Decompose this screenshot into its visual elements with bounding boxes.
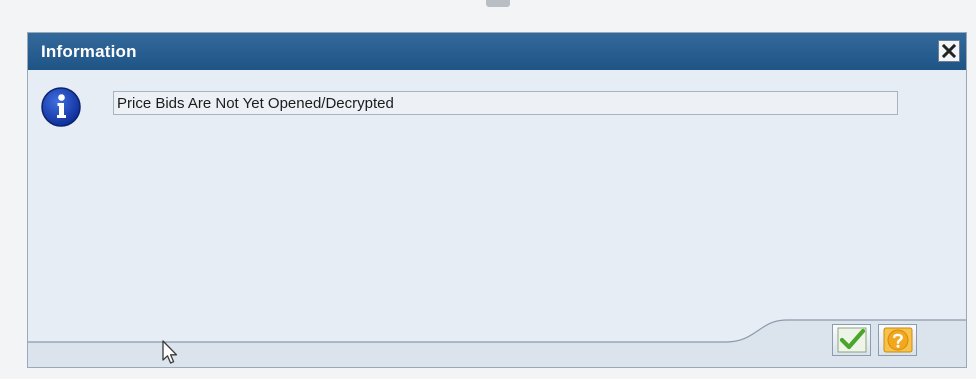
help-button[interactable] xyxy=(878,324,917,356)
mouse-pointer-icon xyxy=(161,339,181,367)
top-window-tab xyxy=(486,0,510,7)
information-dialog: Information Price Bids Are Not Yet Opene… xyxy=(27,32,967,368)
message-field: Price Bids Are Not Yet Opened/Decrypted xyxy=(113,91,898,115)
dialog-title: Information xyxy=(41,42,137,61)
dialog-title-bar[interactable]: Information xyxy=(28,33,966,70)
close-icon xyxy=(939,41,959,61)
confirm-button[interactable] xyxy=(832,324,871,356)
close-button[interactable] xyxy=(938,40,960,62)
help-icon xyxy=(879,327,916,353)
checkmark-icon xyxy=(833,327,870,353)
info-icon xyxy=(39,85,83,129)
